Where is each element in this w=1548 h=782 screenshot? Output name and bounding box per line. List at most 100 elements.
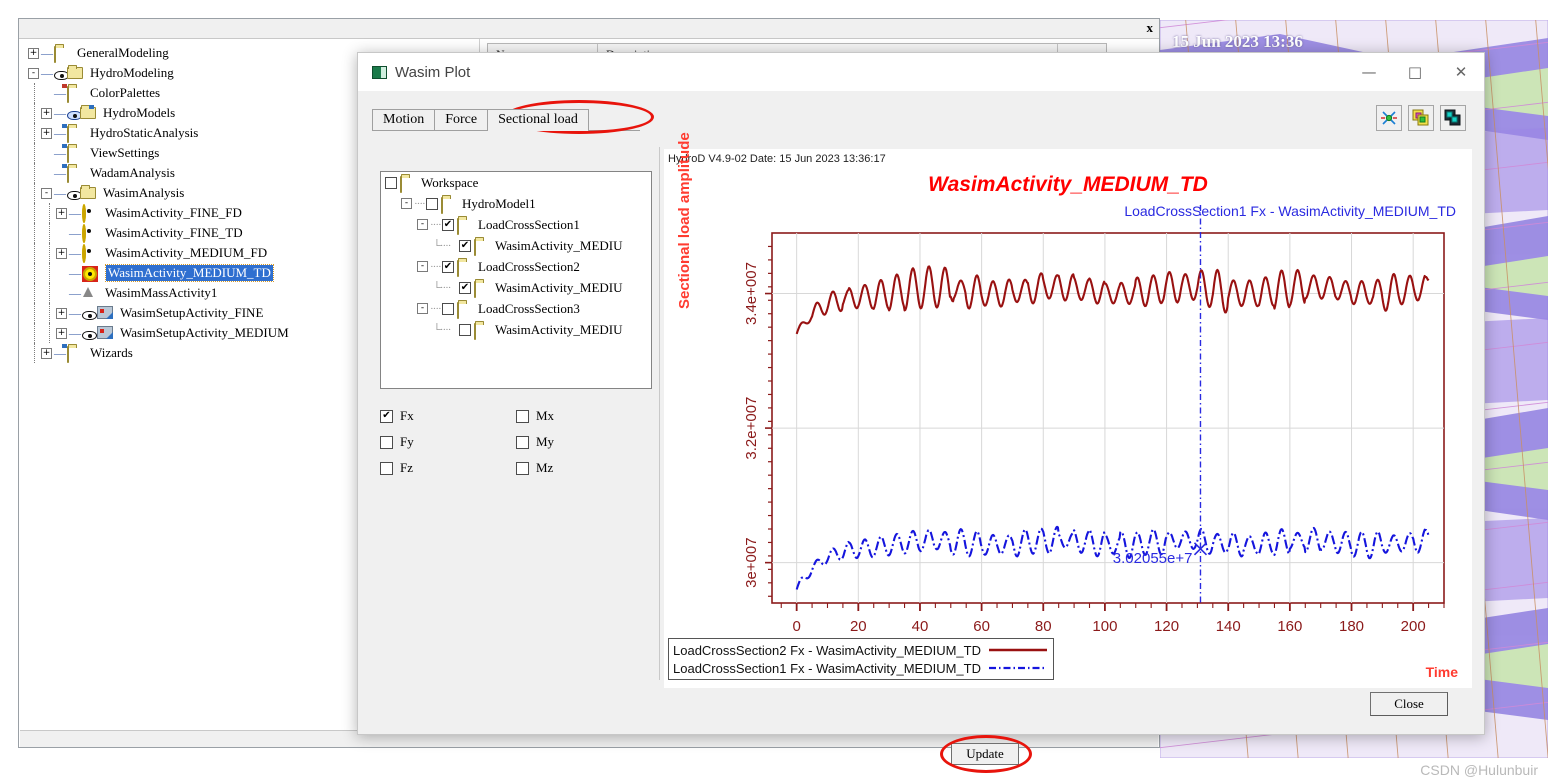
legend-label-series-1: LoadCrossSection1 Fx - WasimActivity_MED… bbox=[673, 660, 981, 676]
tree-item-label[interactable]: HydroModeling bbox=[88, 65, 176, 81]
expand-icon[interactable]: + bbox=[56, 207, 67, 219]
tab-force[interactable]: Force bbox=[434, 109, 489, 131]
tree-item-label[interactable]: HydroModels bbox=[101, 105, 177, 121]
tree-item-label[interactable]: HydroStaticAnalysis bbox=[88, 125, 200, 141]
tree-connector: └···· bbox=[433, 239, 451, 252]
workspace-tree-item[interactable]: └···· WasimActivity_MEDIU bbox=[381, 319, 651, 340]
chart-panel[interactable]: HydroD V4.9-02 Date: 15 Jun 2023 13:36:1… bbox=[664, 132, 1472, 688]
tree-item-label[interactable]: ColorPalettes bbox=[88, 85, 162, 101]
expand-icon[interactable]: + bbox=[41, 127, 52, 139]
minimize-button[interactable]: — bbox=[1346, 53, 1392, 91]
workspace-item-label: LoadCrossSection1 bbox=[478, 216, 580, 232]
tree-item-label[interactable]: WasimAnalysis bbox=[101, 185, 186, 201]
activity-gear-icon bbox=[82, 204, 99, 223]
collapse-icon[interactable]: - bbox=[41, 187, 52, 199]
tree-connector: — bbox=[69, 205, 81, 220]
update-button[interactable]: Update bbox=[951, 743, 1019, 765]
component-checkbox-fz[interactable]: Fz bbox=[380, 460, 516, 476]
checkbox-fy[interactable] bbox=[380, 435, 393, 449]
chart-xtick-label: 100 bbox=[1092, 618, 1117, 635]
tree-item-label[interactable]: WasimSetupActivity_FINE bbox=[118, 305, 265, 321]
workspace-tree-item[interactable]: - ···· ✔ LoadCrossSection1 bbox=[381, 214, 651, 235]
tree-item-label[interactable]: WasimActivity_FINE_TD bbox=[103, 225, 245, 241]
tree-connector: ···· bbox=[430, 260, 442, 273]
tree-guide bbox=[34, 243, 35, 263]
dialog-titlebar[interactable]: Wasim Plot — □ ✕ bbox=[358, 53, 1484, 91]
collapse-icon[interactable]: - bbox=[417, 219, 428, 230]
collapse-icon[interactable]: - bbox=[401, 198, 412, 209]
folder-icon bbox=[54, 46, 71, 63]
workspace-tree-item[interactable]: └···· ✔ WasimActivity_MEDIU bbox=[381, 277, 651, 298]
workspace-tree-item[interactable]: - ···· HydroModel1 bbox=[381, 193, 651, 214]
component-checkbox-my[interactable]: My bbox=[516, 434, 652, 450]
component-checkbox-mz[interactable]: Mz bbox=[516, 460, 652, 476]
tree-item-label[interactable]: Wizards bbox=[88, 345, 135, 361]
chart-xtick-label: 0 bbox=[792, 618, 800, 635]
expand-icon[interactable]: + bbox=[41, 347, 52, 359]
workspace-tree-item[interactable]: - ···· LoadCrossSection3 bbox=[381, 298, 651, 319]
workspace-item-checkbox[interactable]: ✔ bbox=[459, 281, 471, 294]
component-checkbox-fy[interactable]: Fy bbox=[380, 434, 516, 450]
workspace-item-checkbox[interactable] bbox=[459, 323, 471, 336]
chart-xtick-label: 160 bbox=[1277, 618, 1302, 635]
workspace-tree-item[interactable]: - ···· ✔ LoadCrossSection2 bbox=[381, 256, 651, 277]
workspace-item-checkbox[interactable]: ✔ bbox=[459, 239, 471, 252]
component-checkbox-fx[interactable]: ✔ Fx bbox=[380, 408, 516, 424]
workspace-item-label: WasimActivity_MEDIU bbox=[495, 279, 623, 295]
workspace-tree-item[interactable]: └···· ✔ WasimActivity_MEDIU bbox=[381, 235, 651, 256]
workspace-tree-item[interactable]: Workspace bbox=[381, 172, 651, 193]
tree-guide bbox=[34, 323, 35, 343]
checkbox-my[interactable] bbox=[516, 435, 529, 449]
expand-icon[interactable]: + bbox=[28, 47, 39, 59]
checkbox-fx[interactable]: ✔ bbox=[380, 409, 393, 423]
checkbox-mx[interactable] bbox=[516, 409, 529, 423]
tree-item-label[interactable]: WasimActivity_MEDIUM_TD bbox=[105, 264, 274, 282]
collapse-icon[interactable]: - bbox=[417, 303, 428, 314]
tree-guide bbox=[49, 283, 50, 303]
workspace-item-checkbox[interactable] bbox=[385, 176, 397, 189]
tree-guide bbox=[34, 103, 35, 123]
checkbox-label: Mx bbox=[536, 408, 555, 423]
tab-sectional-load[interactable]: Sectional load bbox=[487, 109, 589, 131]
tree-item-label[interactable]: WadamAnalysis bbox=[88, 165, 177, 181]
close-window-button[interactable]: ✕ bbox=[1438, 53, 1484, 91]
tree-connector: — bbox=[69, 245, 81, 260]
tree-guide bbox=[34, 183, 35, 203]
workspace-item-checkbox[interactable]: ✔ bbox=[442, 218, 454, 231]
workspace-item-checkbox[interactable] bbox=[426, 197, 438, 210]
expand-icon[interactable]: + bbox=[56, 307, 67, 319]
mass-icon bbox=[82, 286, 99, 300]
tab-motion[interactable]: Motion bbox=[372, 109, 436, 131]
component-checkbox-mx[interactable]: Mx bbox=[516, 408, 652, 424]
close-icon[interactable]: x bbox=[1147, 20, 1154, 36]
tree-item-label[interactable]: WasimSetupActivity_MEDIUM bbox=[118, 325, 291, 341]
copy-plot-icon[interactable] bbox=[1408, 105, 1434, 131]
tree-item-label[interactable]: ViewSettings bbox=[88, 145, 161, 161]
chart-xtick-label: 200 bbox=[1401, 618, 1426, 635]
workspace-tree[interactable]: Workspace - ···· HydroModel1- ···· ✔ LoadCross… bbox=[380, 171, 652, 389]
tree-item-label[interactable]: WasimActivity_MEDIUM_FD bbox=[103, 245, 269, 261]
tree-item-label[interactable]: GeneralModeling bbox=[75, 45, 171, 61]
tree-item-label[interactable]: WasimMassActivity1 bbox=[103, 285, 219, 301]
checkbox-mz[interactable] bbox=[516, 461, 529, 475]
collapse-icon[interactable]: - bbox=[417, 261, 428, 272]
checkbox-label: Fy bbox=[400, 434, 414, 449]
workspace-item-checkbox[interactable] bbox=[442, 302, 454, 315]
expand-icon[interactable]: + bbox=[41, 107, 52, 119]
collapse-icon[interactable]: - bbox=[28, 67, 39, 79]
chart-xtick-label: 140 bbox=[1216, 618, 1241, 635]
plot-settings-icon[interactable] bbox=[1376, 105, 1402, 131]
tree-item-label[interactable]: WasimActivity_FINE_FD bbox=[103, 205, 244, 221]
checkbox-label: My bbox=[536, 434, 555, 449]
copy-data-icon[interactable] bbox=[1440, 105, 1466, 131]
folder-icon bbox=[441, 196, 458, 214]
expand-icon[interactable]: + bbox=[56, 247, 67, 259]
maximize-button[interactable]: □ bbox=[1392, 53, 1438, 91]
checkbox-label: Mz bbox=[536, 460, 554, 475]
visibility-eye-icon bbox=[67, 105, 97, 120]
checkbox-fz[interactable] bbox=[380, 461, 393, 475]
visibility-eye-icon bbox=[54, 65, 84, 80]
workspace-item-checkbox[interactable]: ✔ bbox=[442, 260, 454, 273]
expand-icon[interactable]: + bbox=[56, 327, 67, 339]
